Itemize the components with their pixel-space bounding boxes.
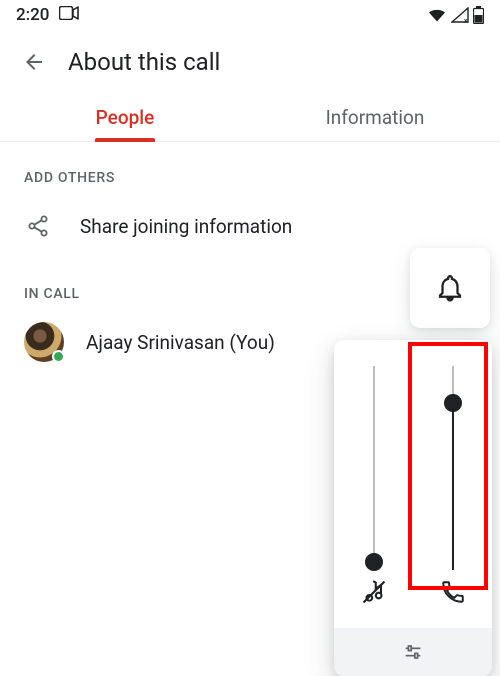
participant-name: Ajaay Srinivasan (You) [86,331,275,354]
back-button[interactable] [14,42,54,82]
tabs: People Information [0,94,500,142]
add-others-label: ADD OTHERS [0,142,500,194]
media-muted-icon[interactable] [360,570,388,614]
tab-information-label: Information [326,106,425,129]
share-icon [24,214,52,238]
ring-mode-button[interactable] [410,248,490,328]
call-volume-column [413,340,492,628]
header: About this call [0,30,500,94]
bell-icon [435,273,465,303]
svg-text:x: x [464,17,468,23]
share-joining-label: Share joining information [80,215,292,238]
status-bar: 2:20 x [0,0,500,30]
media-volume-slider[interactable] [373,366,375,570]
volume-panel [334,340,492,676]
camera-icon [59,5,79,25]
tab-people-label: People [96,106,155,129]
page-title: About this call [68,48,220,76]
sliders-icon [402,641,424,663]
wifi-icon [427,7,447,23]
battery-icon [473,6,484,24]
call-volume-slider[interactable] [452,366,454,570]
volume-settings-button[interactable] [334,628,492,676]
tab-people[interactable]: People [0,94,250,141]
presence-indicator [52,350,65,363]
phone-icon[interactable] [440,570,466,614]
avatar [24,322,64,362]
tab-information[interactable]: Information [250,94,500,141]
status-time: 2:20 [16,5,49,25]
media-volume-column [334,340,413,628]
arrow-left-icon [22,50,46,74]
signal-icon: x [451,7,469,23]
